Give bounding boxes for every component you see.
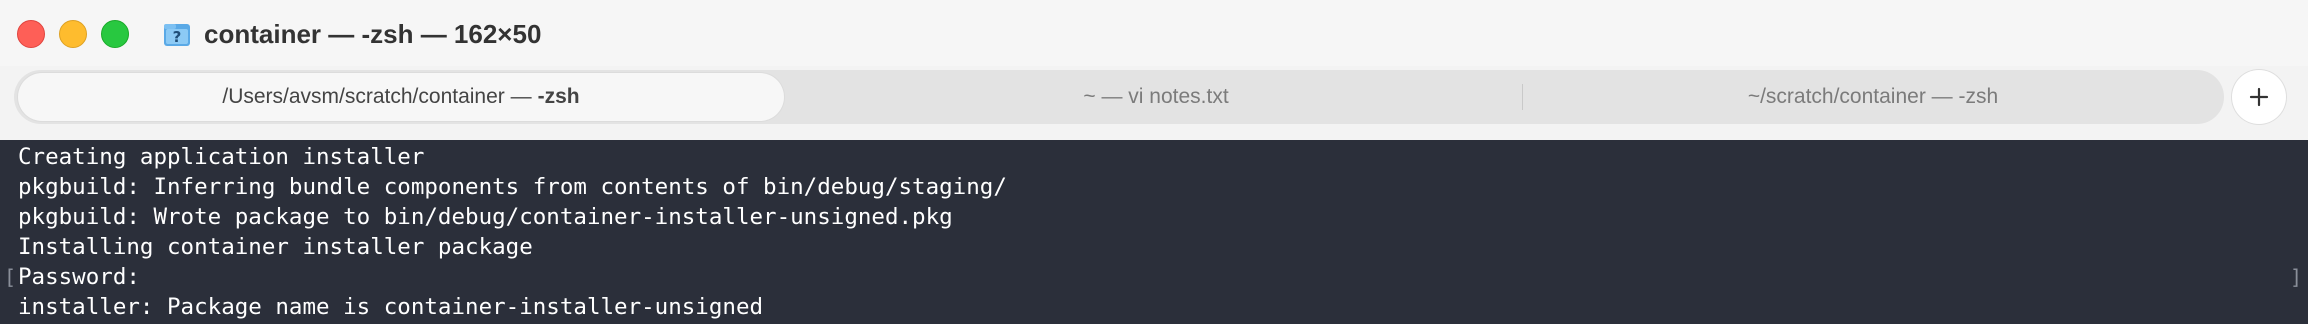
- tab-scratch-container-zsh[interactable]: ~/scratch/container — -zsh: [1522, 70, 2224, 124]
- terminal-line: pkgbuild: Wrote package to bin/debug/con…: [18, 204, 953, 230]
- folder-question-icon: ?: [164, 24, 190, 46]
- window-title: ? container — -zsh — 162×50: [162, 14, 541, 54]
- title-bar[interactable]: ? container — -zsh — 162×50: [0, 0, 2308, 66]
- new-tab-button[interactable]: [2232, 70, 2286, 124]
- tab-container-zsh[interactable]: /Users/avsm/scratch/container — -zsh: [18, 73, 784, 121]
- mark-bracket-right: ]: [2290, 265, 2303, 289]
- close-button[interactable]: [17, 20, 45, 48]
- tab-path-label: /Users/avsm/scratch/container —: [222, 85, 532, 108]
- terminal-window: ? container — -zsh — 162×50 /Users/avsm/…: [0, 0, 2308, 324]
- terminal-line: Creating application installer: [18, 144, 425, 170]
- zoom-button[interactable]: [101, 20, 129, 48]
- terminal-output[interactable]: Creating application installer pkgbuild:…: [0, 140, 2308, 324]
- minimize-button[interactable]: [59, 20, 87, 48]
- tab-bar: /Users/avsm/scratch/container — -zsh ~ — …: [14, 70, 2224, 124]
- tab-label: ~ — vi notes.txt: [1083, 85, 1229, 108]
- terminal-line: pkgbuild: Inferring bundle components fr…: [18, 174, 1007, 200]
- window-title-text: container — -zsh — 162×50: [204, 18, 542, 49]
- terminal-line: installer: Package name is container-ins…: [18, 294, 764, 320]
- svg-text:?: ?: [173, 28, 182, 46]
- tab-process-label: -zsh: [537, 85, 580, 108]
- tab-label: ~/scratch/container — -zsh: [1747, 85, 1999, 108]
- tab-vi-notes[interactable]: ~ — vi notes.txt: [790, 70, 1522, 124]
- terminal-line: Password:: [18, 264, 140, 290]
- plus-icon: [2249, 87, 2269, 107]
- terminal-line: Installing container installer package: [18, 234, 533, 260]
- mark-bracket-left: [: [4, 265, 17, 289]
